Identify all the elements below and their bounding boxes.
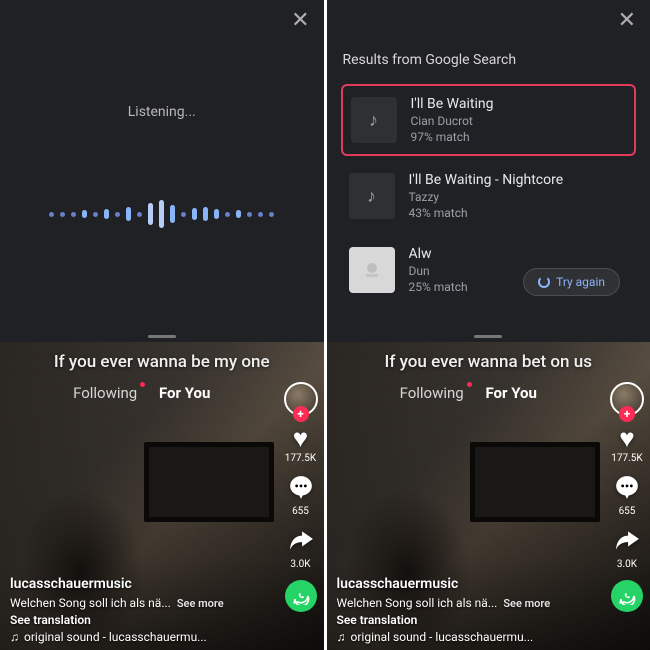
sound-name: original sound - lucasschauermu... bbox=[24, 630, 207, 644]
share-count: 3.0K bbox=[290, 559, 310, 570]
comment-count: 655 bbox=[619, 506, 636, 517]
share-icon bbox=[614, 527, 640, 558]
try-again-label: Try again bbox=[556, 275, 605, 289]
see-translation-button[interactable]: See translation bbox=[10, 613, 274, 627]
tiktok-video-left[interactable]: If you ever wanna be my one Following Fo… bbox=[0, 342, 324, 650]
heart-icon: ♥ bbox=[293, 426, 308, 452]
like-button[interactable]: ♥ 177.5K bbox=[611, 426, 642, 464]
album-art-thumb bbox=[349, 247, 395, 293]
video-description: Welchen Song soll ich als nä... bbox=[337, 596, 498, 610]
share-button[interactable]: 3.0K bbox=[288, 527, 314, 570]
video-meta: lucasschauermusic Welchen Song soll ich … bbox=[10, 576, 274, 644]
close-icon[interactable]: ✕ bbox=[291, 10, 309, 32]
share-button[interactable]: 3.0K bbox=[614, 527, 640, 570]
listening-panel: Listening... bbox=[14, 14, 310, 328]
sound-name: original sound - lucasschauermu... bbox=[351, 630, 534, 644]
result-match: 43% match bbox=[409, 206, 629, 220]
sheet-handle-icon[interactable] bbox=[474, 335, 502, 338]
username[interactable]: lucasschauermusic bbox=[337, 576, 601, 592]
result-title: I'll Be Waiting bbox=[411, 96, 627, 112]
comment-button[interactable]: 655 bbox=[288, 474, 314, 517]
comment-count: 655 bbox=[292, 506, 309, 517]
try-again-button[interactable]: Try again bbox=[523, 268, 620, 296]
result-title: Alw bbox=[409, 246, 629, 262]
close-icon[interactable]: ✕ bbox=[618, 10, 636, 32]
tab-for-you[interactable]: For You bbox=[159, 384, 210, 402]
like-count: 177.5K bbox=[611, 453, 642, 464]
search-result-highlighted[interactable]: ♪ I'll Be Waiting Cian Ducrot 97% match bbox=[341, 84, 637, 156]
music-note-icon: ♫ bbox=[337, 630, 346, 644]
music-note-icon: ♫ bbox=[10, 630, 19, 644]
username[interactable]: lucasschauermusic bbox=[10, 576, 274, 592]
video-meta: lucasschauermusic Welchen Song soll ich … bbox=[337, 576, 601, 644]
result-artist: Tazzy bbox=[409, 190, 629, 204]
lyric-caption: If you ever wanna bet on us bbox=[327, 352, 650, 372]
follow-plus-icon[interactable]: + bbox=[619, 406, 635, 422]
search-result[interactable]: ♪ I'll Be Waiting - Nightcore Tazzy 43% … bbox=[341, 162, 637, 230]
sound-link[interactable]: ♫ original sound - lucasschauermu... bbox=[10, 630, 274, 644]
heart-icon: ♥ bbox=[619, 426, 634, 452]
see-translation-button[interactable]: See translation bbox=[337, 613, 601, 627]
listening-label: Listening... bbox=[128, 104, 196, 120]
left-screenshot: ✕ Listening... bbox=[0, 0, 324, 650]
feed-tabs: Following For You bbox=[327, 384, 611, 402]
audio-waveform-icon bbox=[49, 200, 274, 228]
like-button[interactable]: ♥ 177.5K bbox=[285, 426, 316, 464]
lyric-caption: If you ever wanna be my one bbox=[0, 352, 324, 372]
sheet-handle-icon[interactable] bbox=[148, 335, 176, 338]
music-note-icon: ♪ bbox=[349, 173, 395, 219]
whatsapp-icon bbox=[618, 587, 636, 605]
notification-dot-icon bbox=[467, 382, 472, 387]
share-icon bbox=[288, 527, 314, 558]
like-count: 177.5K bbox=[285, 453, 316, 464]
notification-dot-icon bbox=[140, 382, 145, 387]
right-screenshot: ✕ Results from Google Search ♪ I'll Be W… bbox=[327, 0, 650, 650]
result-title: I'll Be Waiting - Nightcore bbox=[409, 172, 629, 188]
follow-plus-icon[interactable]: + bbox=[293, 406, 309, 422]
whatsapp-button[interactable] bbox=[285, 580, 317, 612]
video-description: Welchen Song soll ich als nä... bbox=[10, 596, 171, 610]
whatsapp-icon bbox=[292, 587, 310, 605]
tiktok-video-right[interactable]: If you ever wanna bet on us Following Fo… bbox=[327, 342, 650, 650]
comment-icon bbox=[288, 474, 314, 505]
see-more-button[interactable]: See more bbox=[177, 597, 224, 610]
see-more-button[interactable]: See more bbox=[503, 597, 550, 610]
comment-icon bbox=[614, 474, 640, 505]
whatsapp-button[interactable] bbox=[611, 580, 643, 612]
sound-link[interactable]: ♫ original sound - lucasschauermu... bbox=[337, 630, 601, 644]
action-rail: + ♥ 177.5K 655 3.0K bbox=[284, 382, 318, 612]
result-artist: Cian Ducrot bbox=[411, 114, 627, 128]
music-note-icon: ♪ bbox=[351, 97, 397, 143]
action-rail: + ♥ 177.5K 655 3.0K bbox=[610, 382, 644, 612]
result-match: 97% match bbox=[411, 130, 627, 144]
share-count: 3.0K bbox=[617, 559, 637, 570]
assistant-sheet: ✕ Listening... bbox=[0, 0, 324, 342]
results-title: Results from Google Search bbox=[343, 52, 637, 68]
tab-for-you[interactable]: For You bbox=[485, 384, 536, 402]
tab-following[interactable]: Following bbox=[400, 384, 464, 402]
avatar[interactable]: + bbox=[284, 382, 318, 416]
comment-button[interactable]: 655 bbox=[614, 474, 640, 517]
refresh-icon bbox=[538, 276, 550, 288]
avatar[interactable]: + bbox=[610, 382, 644, 416]
feed-tabs: Following For You bbox=[0, 384, 284, 402]
tab-following[interactable]: Following bbox=[73, 384, 137, 402]
results-sheet: ✕ Results from Google Search ♪ I'll Be W… bbox=[327, 0, 650, 342]
